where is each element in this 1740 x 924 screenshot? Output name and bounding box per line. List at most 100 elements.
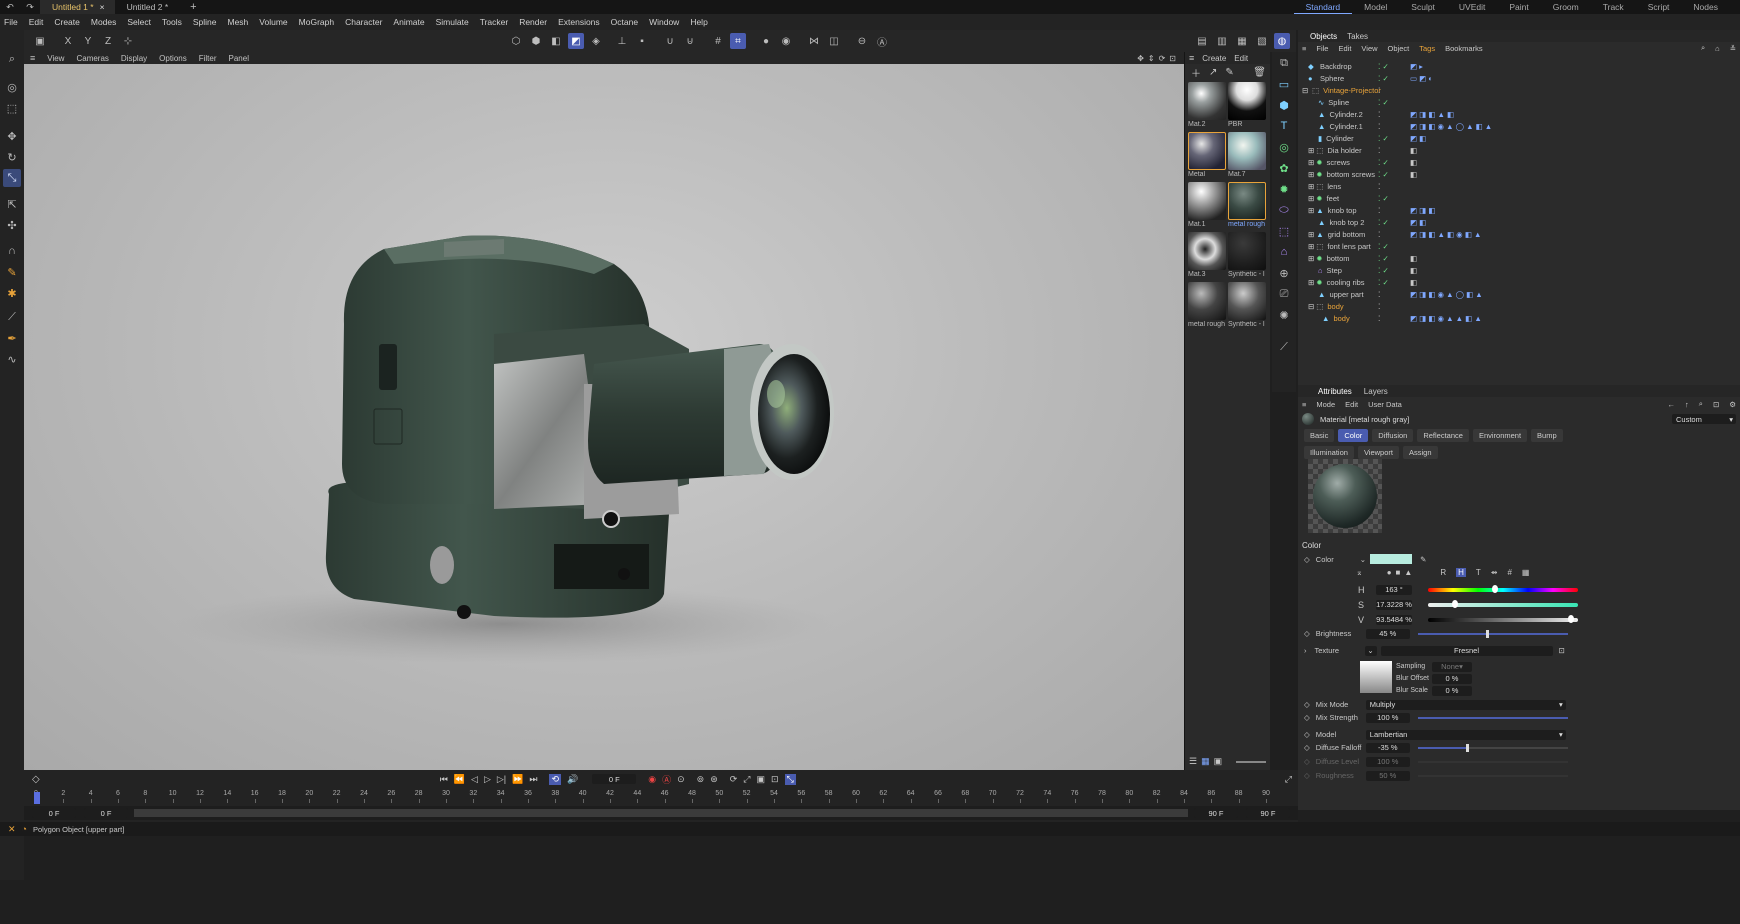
blur-scale-field[interactable]: 0 % bbox=[1432, 685, 1472, 696]
keyframe-icon[interactable]: ◇ bbox=[1304, 757, 1310, 766]
rotate-icon[interactable]: ↻ bbox=[3, 148, 21, 166]
interpolation-icon[interactable]: ⤡ bbox=[784, 773, 796, 785]
go-to-end-icon[interactable]: ⏭ bbox=[529, 774, 537, 785]
tab-objects[interactable]: Objects bbox=[1310, 32, 1337, 41]
menu-volume[interactable]: Volume bbox=[259, 17, 287, 27]
magnet-icon[interactable]: ∩ bbox=[3, 242, 21, 260]
keyframe-icon[interactable]: ◇ bbox=[32, 774, 40, 785]
keyframe-icon[interactable]: ◇ bbox=[1304, 730, 1310, 739]
diffuse-falloff-field[interactable]: -35 % bbox=[1365, 742, 1410, 753]
generator-icon[interactable]: ◎ bbox=[1275, 138, 1293, 156]
menu-mesh[interactable]: Mesh bbox=[228, 17, 249, 27]
hue-slider[interactable] bbox=[1428, 584, 1578, 593]
render-picture-icon[interactable]: ▥ bbox=[1214, 33, 1230, 49]
color-wheel-icon[interactable]: ● bbox=[1387, 568, 1392, 577]
material-swatch[interactable] bbox=[1188, 82, 1226, 120]
diffuse-level-field[interactable]: 100 % bbox=[1365, 756, 1410, 767]
channel-tab-assign[interactable]: Assign bbox=[1402, 446, 1438, 459]
menu-file[interactable]: File bbox=[4, 17, 18, 27]
material-swatch[interactable] bbox=[1228, 82, 1266, 120]
symmetry-icon[interactable]: ⋈ bbox=[806, 33, 822, 49]
field-icon[interactable]: ⬚ bbox=[1275, 222, 1293, 240]
tree-row[interactable]: ⊞ ✹ bottom screws ⁚ ✓ ◧ bbox=[1298, 168, 1740, 180]
large-view-icon[interactable]: ▣ bbox=[1214, 756, 1223, 767]
environment-icon[interactable]: ⊕ bbox=[1275, 264, 1293, 282]
document-tab-1[interactable]: Untitled 1 * × bbox=[40, 0, 115, 14]
objects-menu-file[interactable]: File bbox=[1316, 44, 1328, 53]
channel-tab-reflectance[interactable]: Reflectance bbox=[1417, 429, 1469, 442]
key-param-icon[interactable]: ▣ bbox=[757, 774, 766, 785]
attributes-menu-mode[interactable]: Mode bbox=[1316, 400, 1335, 409]
tree-row[interactable]: ⊞ ⬚ font lens part ⁚ ✓ bbox=[1298, 240, 1740, 252]
channel-tab-diffusion[interactable]: Diffusion bbox=[1372, 429, 1414, 442]
light-icon[interactable]: ✺ bbox=[1275, 306, 1293, 324]
attributes-menu-user-data[interactable]: User Data bbox=[1368, 400, 1402, 409]
scale-icon[interactable]: ⤡ bbox=[3, 169, 21, 187]
objects-menu-object[interactable]: Object bbox=[1388, 44, 1410, 53]
symmetry-options-icon[interactable]: ◫ bbox=[826, 33, 842, 49]
key-all-icon[interactable]: ⊙ bbox=[677, 774, 685, 785]
chevron-icon[interactable]: ⌅ bbox=[1356, 568, 1363, 577]
axis-mode-icon[interactable]: ⊥ bbox=[614, 33, 630, 49]
material-swatch[interactable] bbox=[1228, 132, 1266, 170]
move-icon[interactable]: ✥ bbox=[3, 127, 21, 145]
viewport-solo-icon[interactable]: ◉ bbox=[778, 33, 794, 49]
channel-tab-viewport[interactable]: Viewport bbox=[1357, 446, 1399, 459]
key-position-icon[interactable]: ⊛ bbox=[710, 774, 718, 785]
coordinate-icon[interactable]: ▣ bbox=[32, 33, 48, 49]
home-icon[interactable]: ⌂ bbox=[1715, 44, 1720, 53]
go-to-start-icon[interactable]: ⏮ bbox=[440, 774, 448, 785]
preset-dropdown[interactable]: Custom ▾ bbox=[1672, 414, 1736, 424]
material-swatch[interactable] bbox=[1188, 182, 1226, 220]
solo-icon[interactable]: ● bbox=[758, 33, 774, 49]
camera-icon[interactable]: ⎚ bbox=[1275, 285, 1293, 303]
next-frame-icon[interactable]: ▷| bbox=[497, 774, 506, 785]
pencil-icon[interactable]: ⟋ bbox=[1275, 338, 1293, 356]
material-swatch[interactable] bbox=[1228, 232, 1266, 270]
brightness-slider[interactable] bbox=[1417, 629, 1568, 638]
channel-tab-color[interactable]: Color bbox=[1338, 429, 1369, 442]
menu-window[interactable]: Window bbox=[649, 17, 679, 27]
tree-row[interactable]: ⊞ ✹ feet ⁚ ✓ bbox=[1298, 192, 1740, 204]
material-swatch[interactable] bbox=[1228, 282, 1266, 320]
model-mode-icon[interactable]: ◩ bbox=[568, 33, 584, 49]
undo-icon[interactable]: ↶ bbox=[2, 0, 18, 15]
tweak-mode-icon[interactable]: ▪ bbox=[634, 33, 650, 49]
search-icon[interactable]: ⌕ bbox=[1701, 43, 1705, 53]
record-icon[interactable]: ◉ bbox=[648, 774, 656, 785]
value-slider[interactable] bbox=[1428, 614, 1578, 623]
tree-row[interactable]: ⊞ ⬚ Dia holder ⁚ ◧ bbox=[1298, 144, 1740, 156]
3d-viewport[interactable] bbox=[24, 64, 1184, 770]
objects-menu-tags[interactable]: Tags bbox=[1419, 44, 1435, 53]
viewport-menu-options[interactable]: Options bbox=[159, 54, 187, 63]
objects-menu-edit[interactable]: Edit bbox=[1338, 44, 1351, 53]
objects-menu-bookmarks[interactable]: Bookmarks bbox=[1445, 44, 1483, 53]
tree-row[interactable]: ∿ Spline ⁚ ✓ bbox=[1298, 96, 1740, 108]
menu-spline[interactable]: Spline bbox=[193, 17, 217, 27]
channel-tab-bump[interactable]: Bump bbox=[1531, 429, 1563, 442]
tree-row[interactable]: ⊟ ⬚ Vintage-Projector ⁚ bbox=[1298, 84, 1740, 96]
arrow-icon[interactable]: ↗ bbox=[1209, 67, 1217, 78]
volume-icon[interactable]: ⬭ bbox=[1275, 201, 1293, 219]
selection-tools-icon[interactable]: ⬚ bbox=[3, 99, 21, 117]
layout-groom[interactable]: Groom bbox=[1541, 0, 1591, 14]
menu-help[interactable]: Help bbox=[690, 17, 707, 27]
key-pla-icon[interactable]: ⊡ bbox=[771, 774, 779, 785]
tree-row[interactable]: ⊞ ▲ knob top ⁚ ◩ ◨ ◧ bbox=[1298, 204, 1740, 216]
channel-tab-illumination[interactable]: Illumination bbox=[1304, 446, 1354, 459]
knife-icon[interactable]: ✎ bbox=[3, 263, 21, 281]
image-icon[interactable]: ▲ bbox=[1404, 568, 1412, 577]
material-menu-edit[interactable]: Edit bbox=[1234, 54, 1248, 63]
channel-tab-environment[interactable]: Environment bbox=[1472, 429, 1528, 442]
mode-button-t[interactable]: T bbox=[1476, 568, 1481, 577]
snap-settings-icon[interactable]: ⊍ bbox=[682, 33, 698, 49]
playhead[interactable] bbox=[34, 792, 40, 804]
chevron-right-icon[interactable]: › bbox=[1304, 646, 1307, 655]
menu-animate[interactable]: Animate bbox=[393, 17, 424, 27]
range-slider[interactable] bbox=[134, 809, 1188, 817]
eyedropper-icon[interactable]: ✎ bbox=[1420, 555, 1426, 564]
viewport-menu-display[interactable]: Display bbox=[121, 54, 147, 63]
hue-field[interactable]: 163 ° bbox=[1376, 584, 1412, 595]
up-arrow-icon[interactable]: ↑ bbox=[1685, 400, 1689, 409]
menu-mograph[interactable]: MoGraph bbox=[299, 17, 334, 27]
